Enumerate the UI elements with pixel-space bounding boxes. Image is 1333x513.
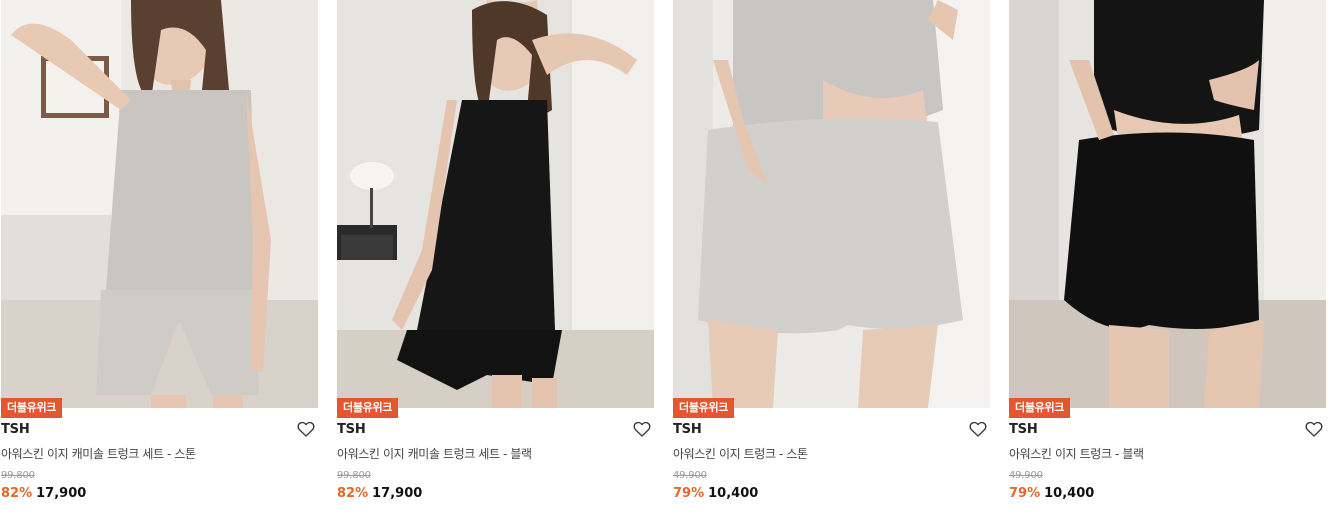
brand-name[interactable]: TSH <box>673 422 702 437</box>
product-image[interactable] <box>1 0 318 408</box>
price-row: 79% 10,400 <box>1009 486 1094 501</box>
sale-price: 17,900 <box>372 486 423 501</box>
original-price: 49,900 <box>1009 470 1043 481</box>
product-name[interactable]: 아워스킨 이지 트렁크 - 스톤 <box>673 445 808 462</box>
heart-outline-icon[interactable] <box>632 419 652 439</box>
product-name[interactable]: 아워스킨 이지 캐미솔 트렁크 세트 - 스톤 <box>1 445 196 462</box>
discount-rate: 79% <box>1009 486 1041 501</box>
original-price: 49,900 <box>673 470 707 481</box>
discount-rate: 82% <box>337 486 369 501</box>
heart-outline-icon[interactable] <box>296 419 316 439</box>
heart-outline-icon[interactable] <box>1304 419 1324 439</box>
sale-price: 17,900 <box>36 486 87 501</box>
brand-name[interactable]: TSH <box>337 422 366 437</box>
product-name[interactable]: 아워스킨 이지 캐미솔 트렁크 세트 - 블랙 <box>337 445 532 462</box>
promo-badge: 더블유위크 <box>337 398 399 418</box>
price-row: 82% 17,900 <box>1 486 86 501</box>
heart-outline-icon[interactable] <box>968 419 988 439</box>
sale-price: 10,400 <box>708 486 759 501</box>
brand-name[interactable]: TSH <box>1009 422 1038 437</box>
sale-price: 10,400 <box>1044 486 1095 501</box>
product-image[interactable] <box>673 0 990 408</box>
discount-rate: 79% <box>673 486 705 501</box>
product-card[interactable]: 더블유위크 TSH 아워스킨 이지 캐미솔 트렁크 세트 - 스톤 99,800… <box>0 0 318 513</box>
product-card[interactable]: 더블유위크 TSH 아워스킨 이지 트렁크 - 블랙 49,900 79% 10,… <box>1008 0 1326 513</box>
promo-badge: 더블유위크 <box>1 398 63 418</box>
original-price: 99,800 <box>1 470 35 481</box>
price-row: 79% 10,400 <box>673 486 758 501</box>
original-price: 99,800 <box>337 470 371 481</box>
promo-badge: 더블유위크 <box>673 398 735 418</box>
product-image[interactable] <box>337 0 654 408</box>
product-name[interactable]: 아워스킨 이지 트렁크 - 블랙 <box>1009 445 1144 462</box>
product-card[interactable]: 더블유위크 TSH 아워스킨 이지 캐미솔 트렁크 세트 - 블랙 99,800… <box>336 0 654 513</box>
product-card[interactable]: 더블유위크 TSH 아워스킨 이지 트렁크 - 스톤 49,900 79% 10,… <box>672 0 990 513</box>
discount-rate: 82% <box>1 486 33 501</box>
promo-badge: 더블유위크 <box>1009 398 1071 418</box>
price-row: 82% 17,900 <box>337 486 422 501</box>
brand-name[interactable]: TSH <box>1 422 30 437</box>
product-image[interactable] <box>1009 0 1326 408</box>
